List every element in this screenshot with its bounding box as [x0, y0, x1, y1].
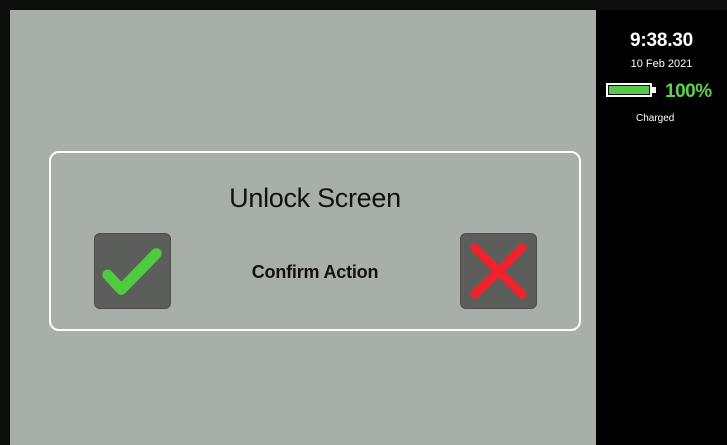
cancel-button[interactable] — [460, 233, 537, 309]
status-panel: 9:38.30 10 Feb 2021 100% Charged — [596, 10, 727, 445]
battery-icon — [606, 83, 652, 97]
charge-status: Charged — [636, 113, 675, 124]
clock-time: 9:38.30 — [629, 30, 694, 51]
clock-date: 10 Feb 2021 — [630, 58, 693, 70]
battery-fill — [609, 86, 649, 94]
battery-percentage: 100% — [665, 81, 712, 102]
main-screen: Unlock Screen Confirm Action — [10, 10, 596, 445]
unlock-dialog: Unlock Screen Confirm Action — [49, 151, 581, 331]
device-frame: Unlock Screen Confirm Action 9:38.30 10 … — [0, 0, 727, 445]
dialog-title: Unlock Screen — [229, 183, 401, 213]
battery-cap — [652, 87, 656, 93]
x-icon — [470, 243, 527, 299]
